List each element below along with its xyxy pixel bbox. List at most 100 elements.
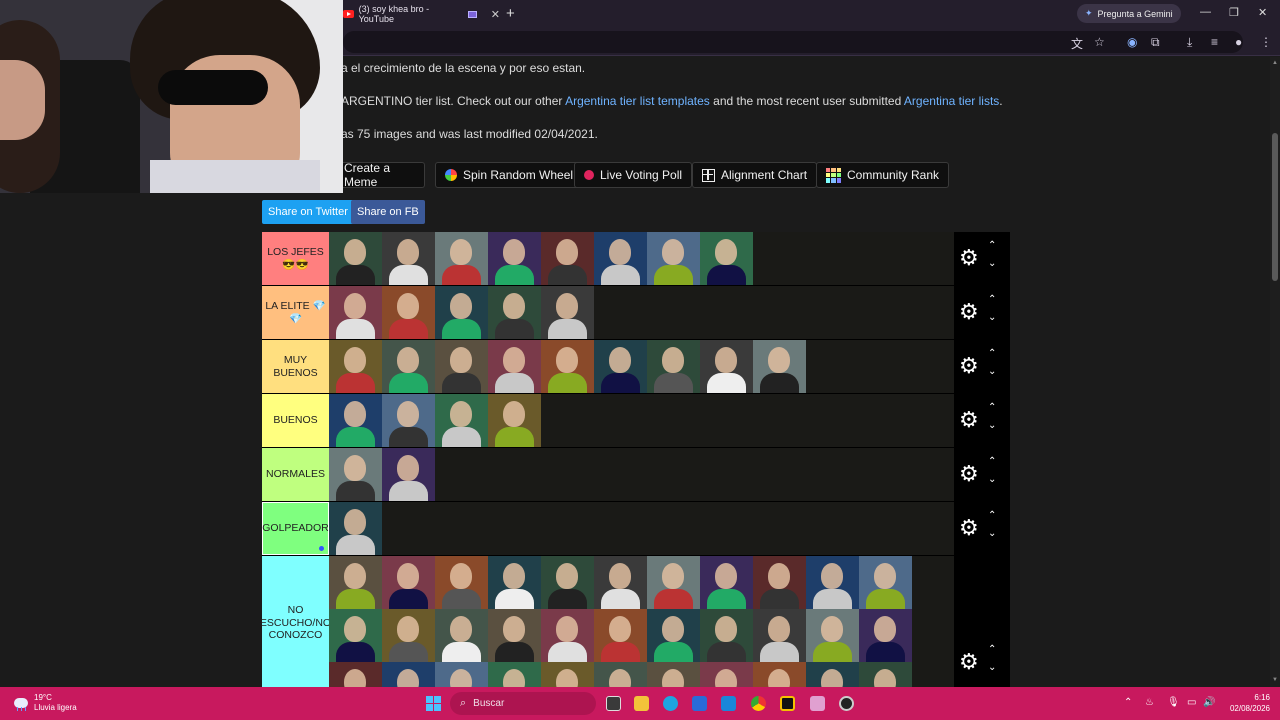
artist-thumbnail[interactable] <box>647 609 700 662</box>
tier-items[interactable] <box>329 232 954 285</box>
artist-thumbnail[interactable] <box>329 662 382 687</box>
tab-close-icon[interactable]: ✕ <box>491 8 500 21</box>
artist-thumbnail[interactable] <box>541 662 594 687</box>
artist-thumbnail[interactable] <box>541 232 594 285</box>
artist-thumbnail[interactable] <box>806 556 859 609</box>
artist-thumbnail[interactable] <box>541 286 594 339</box>
artist-thumbnail[interactable] <box>541 609 594 662</box>
artist-thumbnail[interactable] <box>488 232 541 285</box>
volume-icon[interactable]: 🔊 <box>1203 697 1215 708</box>
move-down-icon[interactable]: ⌄ <box>988 420 996 431</box>
address-bar[interactable] <box>343 31 1243 53</box>
artist-thumbnail[interactable] <box>753 556 806 609</box>
profile-icon[interactable]: ● <box>1235 35 1242 49</box>
artist-thumbnail[interactable] <box>329 609 382 662</box>
artist-thumbnail[interactable] <box>806 662 859 687</box>
start-button-icon[interactable] <box>426 696 441 711</box>
system-clock[interactable]: 6:16 02/08/2026 <box>1222 693 1270 715</box>
network-icon[interactable]: ▭ <box>1187 697 1196 708</box>
artist-thumbnail[interactable] <box>806 609 859 662</box>
tier-label[interactable]: LA ELITE 💎💎 <box>262 286 329 339</box>
extensions-icon[interactable]: ⧉ <box>1151 35 1160 50</box>
artist-thumbnail[interactable] <box>382 662 435 687</box>
move-up-icon[interactable]: ⌃ <box>988 348 996 359</box>
tier-label[interactable]: MUY BUENOS <box>262 340 329 393</box>
artist-thumbnail[interactable] <box>647 340 700 393</box>
move-down-icon[interactable]: ⌄ <box>988 366 996 377</box>
file-explorer-icon[interactable] <box>634 696 649 711</box>
artist-thumbnail[interactable] <box>753 340 806 393</box>
tier-label[interactable]: LOS JEFES 😎😎 <box>262 232 329 285</box>
share-twitter-button[interactable]: Share on Twitter <box>262 200 354 224</box>
artist-thumbnail[interactable] <box>700 232 753 285</box>
alignment-chart-button[interactable]: Alignment Chart <box>692 162 818 188</box>
taskbar-search[interactable]: ⌕ Buscar <box>450 692 596 715</box>
app-icon-3[interactable] <box>839 696 854 711</box>
artist-thumbnail[interactable] <box>435 340 488 393</box>
move-up-icon[interactable]: ⌃ <box>988 240 996 251</box>
download-icon[interactable]: ⤓ <box>1187 35 1192 50</box>
weather-widget[interactable]: 19°C Lluvia ligera <box>14 693 77 712</box>
app-icon-2[interactable] <box>810 696 825 711</box>
community-rank-button[interactable]: Community Rank <box>816 162 950 188</box>
tier-label[interactable]: BUENOS <box>262 394 329 447</box>
tray-app-icon[interactable]: ♨ <box>1145 697 1154 708</box>
artist-thumbnail[interactable] <box>700 662 753 687</box>
share-facebook-button[interactable]: Share on FB <box>351 200 425 224</box>
artist-thumbnail[interactable] <box>435 394 488 447</box>
artist-thumbnail[interactable] <box>435 556 488 609</box>
artist-thumbnail[interactable] <box>700 556 753 609</box>
artist-thumbnail[interactable] <box>488 556 541 609</box>
move-down-icon[interactable]: ⌄ <box>988 258 996 269</box>
tier-label[interactable]: NORMALES <box>262 448 329 501</box>
artist-thumbnail[interactable] <box>488 609 541 662</box>
artist-thumbnail[interactable] <box>329 286 382 339</box>
media-control-icon[interactable]: ≡ <box>1211 35 1218 49</box>
artist-thumbnail[interactable] <box>382 394 435 447</box>
scrollbar-thumb[interactable] <box>1272 133 1278 281</box>
gear-icon[interactable]: ⚙ <box>959 407 979 433</box>
mail-icon[interactable] <box>721 696 736 711</box>
artist-thumbnail[interactable] <box>488 662 541 687</box>
chrome-icon[interactable] <box>751 696 766 711</box>
close-window-button[interactable]: ✕ <box>1258 6 1267 19</box>
tier-items[interactable] <box>329 448 954 501</box>
tier-label[interactable]: NO ESCUCHO/NO CONOZCO <box>260 556 331 687</box>
move-down-icon[interactable]: ⌄ <box>988 312 996 323</box>
page-scrollbar[interactable]: ▲ ▼ <box>1270 57 1280 687</box>
gear-icon[interactable]: ⚙ <box>959 245 979 271</box>
tier-items[interactable] <box>329 340 954 393</box>
gear-icon[interactable]: ⚙ <box>959 649 979 675</box>
artist-thumbnail[interactable] <box>382 286 435 339</box>
tier-items[interactable] <box>329 556 954 687</box>
artist-thumbnail[interactable] <box>329 448 382 501</box>
artist-thumbnail[interactable] <box>594 340 647 393</box>
minimize-button[interactable]: — <box>1200 6 1211 18</box>
artist-thumbnail[interactable] <box>435 609 488 662</box>
tier-items[interactable] <box>329 286 954 339</box>
microphone-icon[interactable]: 🎙 <box>1167 697 1180 708</box>
gemini-button[interactable]: ✦ Pregunta a Gemini <box>1077 4 1181 23</box>
artist-thumbnail[interactable] <box>382 556 435 609</box>
task-view-icon[interactable] <box>606 696 621 711</box>
artist-thumbnail[interactable] <box>594 609 647 662</box>
artist-thumbnail[interactable] <box>700 609 753 662</box>
move-up-icon[interactable]: ⌃ <box>988 644 996 655</box>
move-up-icon[interactable]: ⌃ <box>988 402 996 413</box>
artist-thumbnail[interactable] <box>329 394 382 447</box>
artist-thumbnail[interactable] <box>700 340 753 393</box>
gear-icon[interactable]: ⚙ <box>959 299 979 325</box>
media-icon[interactable]: ◉ <box>1127 35 1137 49</box>
artist-thumbnail[interactable] <box>329 340 382 393</box>
browser-tab-youtube[interactable]: (3) soy khea bro - YouTube ✕ <box>343 3 500 25</box>
gear-icon[interactable]: ⚙ <box>959 461 979 487</box>
artist-thumbnail[interactable] <box>435 286 488 339</box>
move-down-icon[interactable]: ⌄ <box>988 528 996 539</box>
artist-thumbnail[interactable] <box>541 340 594 393</box>
artist-thumbnail[interactable] <box>329 232 382 285</box>
tray-chevron-icon[interactable]: ⌃ <box>1124 697 1132 708</box>
templates-link[interactable]: Argentina tier list templates <box>565 94 710 108</box>
user-tierlists-link[interactable]: Argentina tier lists <box>904 94 999 108</box>
tier-items[interactable] <box>329 502 954 555</box>
artist-thumbnail[interactable] <box>859 662 912 687</box>
